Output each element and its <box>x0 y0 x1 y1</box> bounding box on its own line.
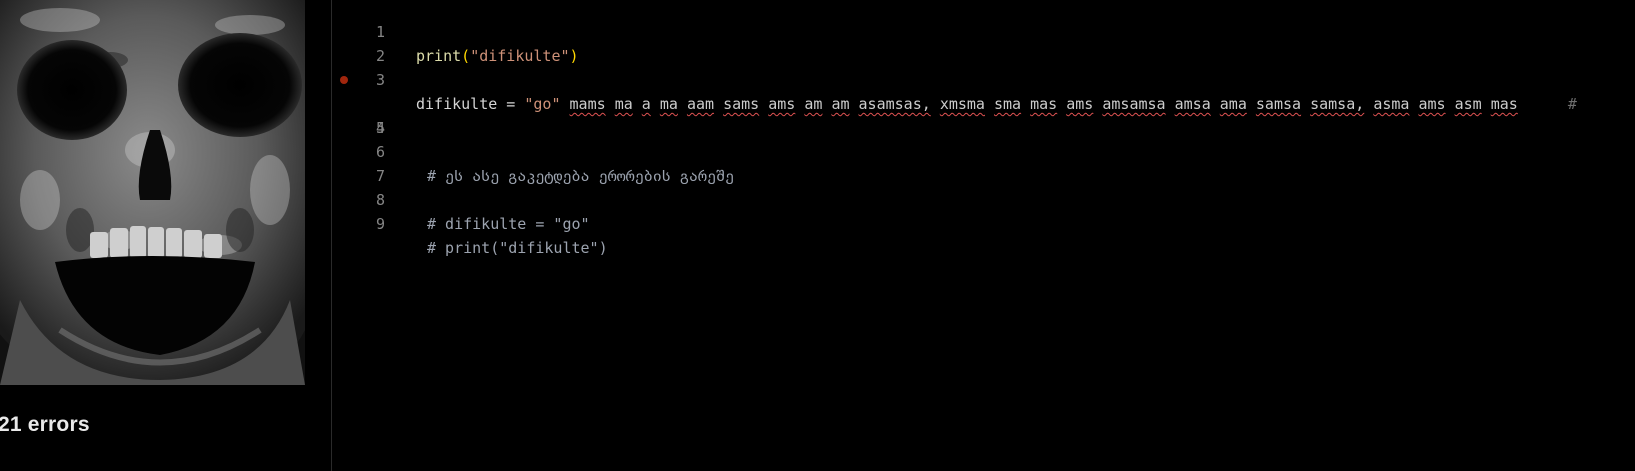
code-line[interactable]: 5 <box>332 92 1635 137</box>
code-line[interactable]: 3 difikulte = "go" mams ma a ma aam sams… <box>332 44 1635 113</box>
code-editor[interactable]: 1 print("difikulte") 2 3 difikulte = "go… <box>332 0 1635 471</box>
comment-text: # difikulte = "go" <box>427 215 590 233</box>
code-line[interactable]: 2 <box>332 20 1635 65</box>
code-line[interactable]: 9 # print("difikulte") <box>332 188 1635 257</box>
code-line[interactable]: 1 print("difikulte") <box>332 0 1635 65</box>
code-line[interactable]: 6 # ეს ასე გაკეტდება ერორების გარეშე <box>332 116 1635 185</box>
code-line[interactable]: 8 # difikulte = "go" <box>332 164 1635 233</box>
error-panel: 21 errors <box>0 0 331 471</box>
comment-text: # print("difikulte") <box>427 239 608 257</box>
code-line[interactable]: 7 <box>332 140 1635 185</box>
app-root: 21 errors 1 print("difikulte") 2 3 difik… <box>0 0 1635 471</box>
skull-image <box>0 0 305 385</box>
breakpoint-icon[interactable] <box>340 76 348 84</box>
code-line[interactable]: 4 <box>332 68 1635 137</box>
line-number: 9 <box>375 215 385 233</box>
error-count-label: 21 errors <box>0 413 90 436</box>
